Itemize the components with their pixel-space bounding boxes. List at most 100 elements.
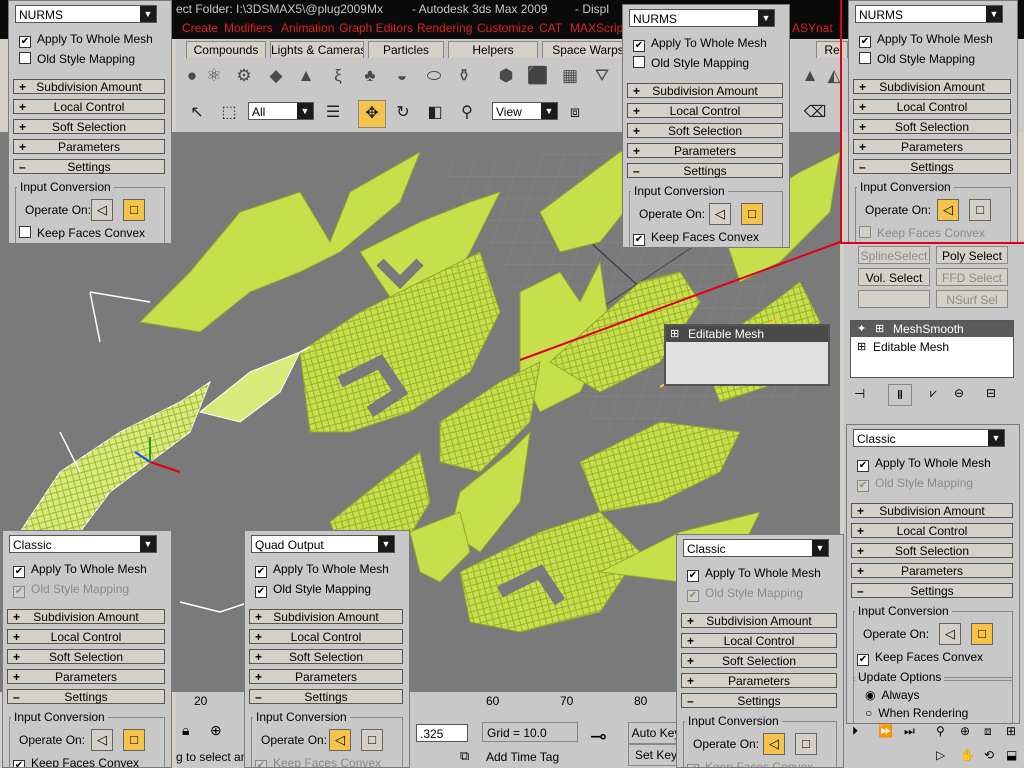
blank-modifier-button[interactable]	[858, 290, 930, 308]
capsule-icon[interactable]: ⬭	[422, 64, 446, 88]
pan-hand-icon[interactable]: ✋	[960, 748, 975, 762]
keep-faces-convex-checkbox-box[interactable]: ✔	[857, 654, 869, 666]
zoom-all-icon[interactable]: ⊕	[960, 724, 970, 738]
keep-faces-convex-checkbox[interactable]: ✔ Keep Faces Convex	[13, 755, 139, 767]
old-style-mapping-checkbox-box[interactable]: ✔	[857, 480, 869, 492]
menu-create[interactable]: Create	[182, 21, 218, 35]
rollout-local-control[interactable]: + Local Control	[7, 629, 165, 644]
nsurf-sel-button[interactable]: NSurf Sel	[936, 290, 1008, 308]
rollout-soft-selection[interactable]: + Soft Selection	[13, 119, 165, 134]
tree-icon[interactable]: ♣	[358, 64, 382, 88]
make-unique-icon[interactable]: ⩗	[930, 386, 937, 401]
apply-whole-mesh-checkbox-box[interactable]: ✔	[857, 460, 869, 472]
apply-whole-mesh-checkbox-box[interactable]: ✔	[633, 40, 645, 52]
expand-icon[interactable]: ⊞	[670, 327, 679, 340]
rollout-settings[interactable]: – Settings	[13, 159, 165, 174]
apply-whole-mesh-checkbox[interactable]: ✔ Apply To Whole Mesh	[19, 31, 153, 48]
rollout-soft-selection[interactable]: + Soft Selection	[851, 543, 1013, 558]
rollout-soft-selection[interactable]: + Soft Selection	[681, 653, 837, 668]
remove-modifier-icon[interactable]: ⊖	[954, 386, 964, 400]
keep-faces-convex-checkbox[interactable]: Keep Faces Convex	[19, 225, 145, 241]
apply-whole-mesh-checkbox[interactable]: ✔ Apply To Whole Mesh	[687, 565, 821, 582]
operate-on-triangles-button[interactable]: ◁	[91, 199, 113, 221]
rollout-parameters[interactable]: + Parameters	[13, 139, 165, 154]
rollout-settings[interactable]: – Settings	[627, 163, 783, 178]
vase-icon[interactable]: ⚱	[452, 64, 476, 88]
old-style-mapping-checkbox-box[interactable]: ✔	[13, 586, 25, 598]
configure-sets-icon[interactable]: ⊟	[986, 386, 996, 400]
operate-on-triangles-button[interactable]: ◁	[939, 623, 961, 645]
select-by-name-icon[interactable]: ☰	[320, 100, 346, 126]
rollout-local-control[interactable]: + Local Control	[851, 523, 1013, 538]
rollout-parameters[interactable]: + Parameters	[627, 143, 783, 158]
rollout-parameters[interactable]: + Parameters	[851, 563, 1013, 578]
coordinate-field[interactable]: .325	[416, 724, 468, 742]
stack-item-meshsmooth[interactable]: ✦ ⊞ MeshSmooth	[851, 321, 1013, 337]
menu-modifiers[interactable]: Modifiers	[224, 21, 273, 35]
operate-on-triangles-button[interactable]: ◁	[329, 729, 351, 751]
gear-icon[interactable]: ⚙	[232, 64, 256, 88]
tab-helpers[interactable]: Helpers	[448, 41, 538, 58]
operate-on-triangles-button[interactable]: ◁	[91, 729, 113, 751]
rollout-settings[interactable]: – Settings	[7, 689, 165, 704]
add-time-tag-label[interactable]: Add Time Tag	[486, 750, 559, 764]
maximize-viewport-icon[interactable]: ⬓	[1006, 748, 1017, 762]
menu-animation[interactable]: Animation	[281, 21, 334, 35]
old-style-mapping-checkbox-box[interactable]: ✔	[255, 586, 267, 598]
select-arrow-icon[interactable]: ↖	[184, 100, 210, 126]
expand-icon[interactable]: ⊞	[857, 340, 866, 353]
rollout-subdivision-amount[interactable]: + Subdivision Amount	[851, 503, 1013, 518]
apply-whole-mesh-checkbox[interactable]: ✔ Apply To Whole Mesh	[255, 561, 389, 578]
lightbulb-icon[interactable]: ✦	[857, 322, 866, 335]
operate-on-polygons-button[interactable]: □	[123, 729, 145, 751]
menu-graph-editors[interactable]: Graph Editors	[339, 21, 413, 35]
zoom-extents-icon[interactable]: ⧈	[984, 724, 992, 739]
old-style-mapping-checkbox[interactable]: Old Style Mapping	[633, 55, 749, 71]
cube-icon[interactable]: ⬛	[526, 64, 550, 88]
spheres-icon[interactable]: ⚛	[202, 64, 226, 88]
stack-item-editable-mesh[interactable]: ⊞ Editable Mesh	[851, 339, 1013, 355]
play-icon[interactable]: ⏵	[852, 724, 858, 739]
poly-select-button[interactable]: Poly Select	[936, 246, 1008, 264]
zoom-icon[interactable]: ⚲	[936, 724, 945, 738]
sphere-icon[interactable]: ●	[180, 64, 204, 88]
subdivision-method-dropdown[interactable]: NURMS ▼	[629, 9, 775, 27]
old-style-mapping-checkbox-box[interactable]	[19, 52, 31, 64]
torus-icon[interactable]: ◒	[390, 64, 414, 88]
box-icon[interactable]: ◆	[264, 64, 288, 88]
keep-faces-convex-checkbox-box[interactable]	[19, 226, 31, 238]
old-style-mapping-checkbox[interactable]: ✔ Old Style Mapping	[255, 581, 371, 598]
subdivision-method-dropdown[interactable]: Classic ▼	[9, 535, 157, 553]
tab-particles[interactable]: Particles	[368, 41, 444, 58]
subdivision-method-dropdown[interactable]: Quad Output ▼	[251, 535, 395, 553]
next-frame-icon[interactable]: ⏩	[878, 724, 893, 738]
pivot-icon[interactable]: ⚲	[454, 100, 480, 126]
always-radio[interactable]: ◉ Always	[865, 687, 920, 703]
spline-select-button[interactable]: SplineSelect	[858, 246, 930, 264]
rotate-icon[interactable]: ↻	[390, 100, 416, 126]
tab-space-warps[interactable]: Space Warps	[542, 41, 634, 58]
rollout-local-control[interactable]: + Local Control	[681, 633, 837, 648]
menu-rendering[interactable]: Rendering	[417, 21, 472, 35]
plane-icon[interactable]: ▦	[558, 64, 582, 88]
menu-maxscript[interactable]: MAXScript	[570, 21, 627, 35]
menu-asynat[interactable]: ASYnat	[792, 21, 833, 35]
use-pivot-icon[interactable]: ⧈	[562, 100, 588, 126]
rollout-local-control[interactable]: + Local Control	[627, 103, 783, 118]
subdivision-method-dropdown[interactable]: Classic ▼	[683, 539, 829, 557]
keep-faces-convex-checkbox[interactable]: ✔ Keep Faces Convex	[687, 759, 813, 767]
geosphere-icon[interactable]: ⬢	[494, 64, 518, 88]
pin-stack-icon[interactable]: ⊣	[854, 386, 865, 402]
apply-whole-mesh-checkbox-box[interactable]: ✔	[19, 36, 31, 48]
menu-cat[interactable]: CAT	[539, 21, 562, 35]
operate-on-triangles-button[interactable]: ◁	[763, 733, 785, 755]
reference-coord-dropdown[interactable]: View ▼	[492, 102, 558, 120]
absolute-mode-icon[interactable]: ⊕	[210, 722, 222, 739]
apply-whole-mesh-checkbox[interactable]: ✔ Apply To Whole Mesh	[13, 561, 147, 578]
subdivision-method-dropdown[interactable]: NURMS ▼	[15, 5, 157, 23]
keep-faces-convex-checkbox[interactable]: ✔ Keep Faces Convex	[255, 755, 381, 767]
operate-on-polygons-button[interactable]: □	[795, 733, 817, 755]
maximize-icon[interactable]: ⊞	[1006, 724, 1016, 738]
operate-on-polygons-button[interactable]: □	[741, 203, 763, 225]
apply-whole-mesh-checkbox-box[interactable]: ✔	[13, 566, 25, 578]
